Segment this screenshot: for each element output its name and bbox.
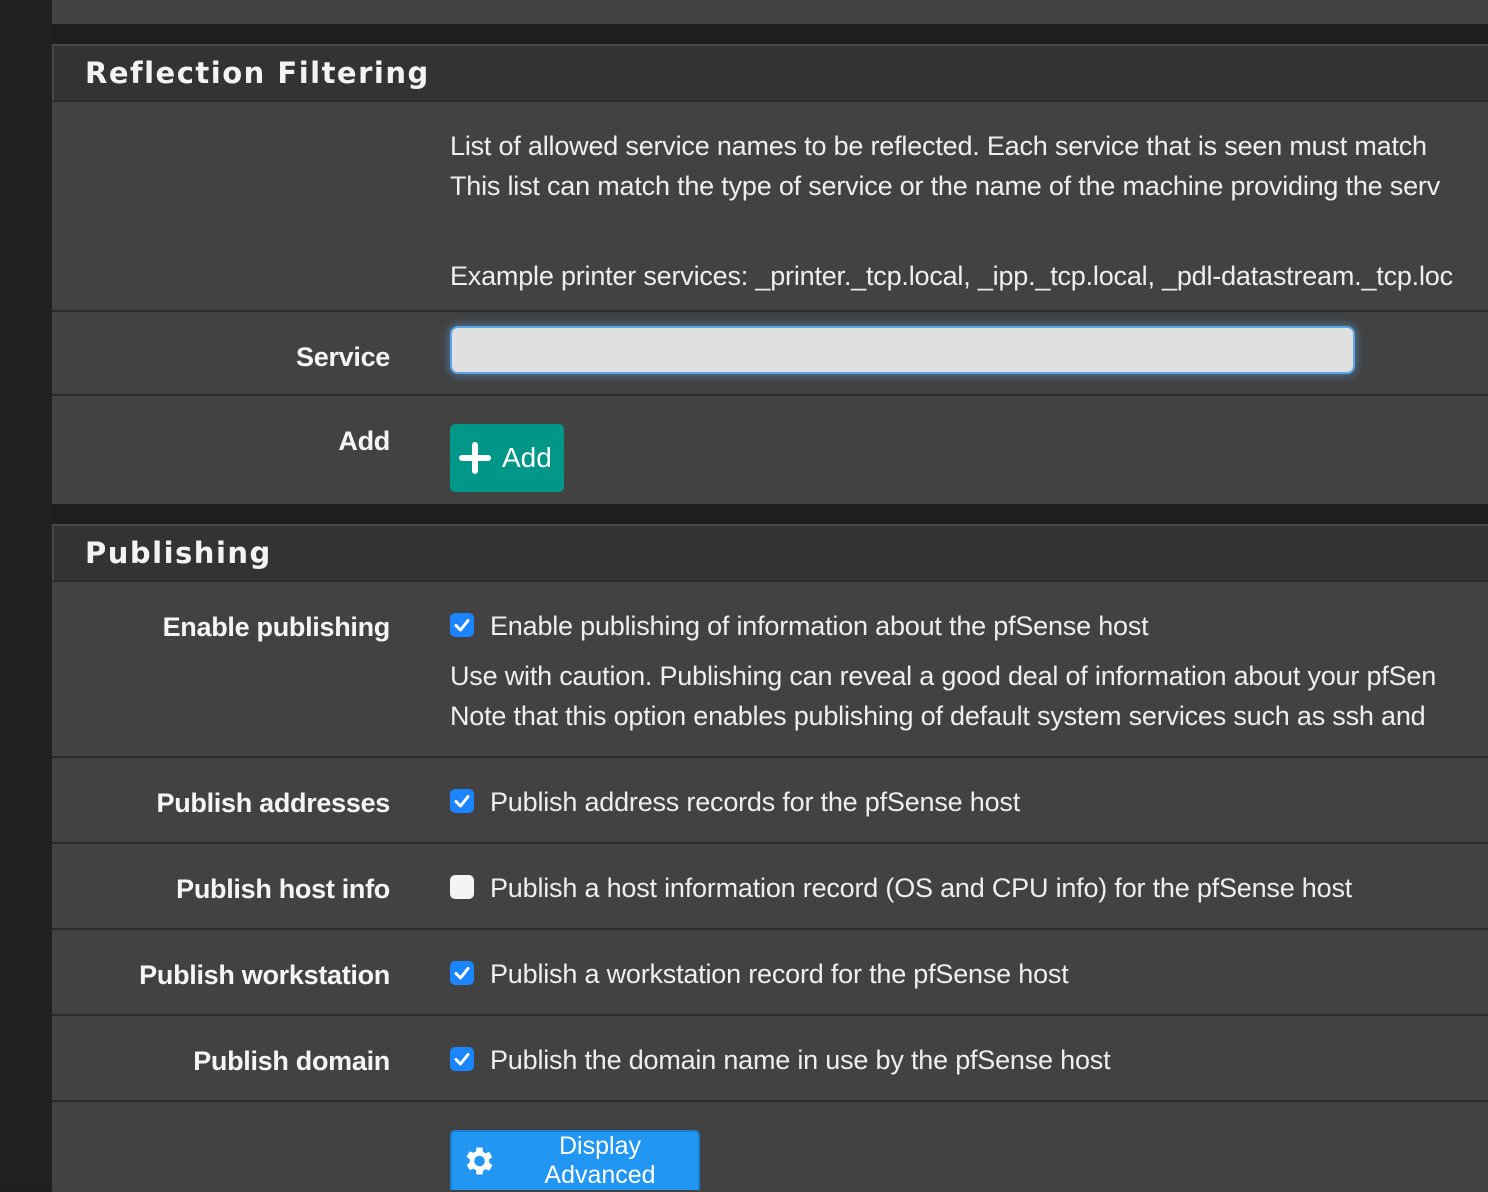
help-line: This list can match the type of service … [450,171,1440,201]
publish-domain-option[interactable]: Publish the domain name in use by the pf… [450,1040,1488,1080]
publish-workstation-row: Publish workstation Publish a workstatio… [52,930,1488,1016]
publish-workstation-text: Publish a workstation record for the pfS… [490,959,1069,989]
service-label: Service [296,342,390,372]
help-line [450,206,1488,256]
publish-host-info-option[interactable]: Publish a host information record (OS an… [450,868,1488,908]
add-button-label: Add [502,442,552,473]
publish-domain-text: Publish the domain name in use by the pf… [490,1045,1111,1075]
help-line: Note that this option enables publishing… [450,701,1426,731]
previous-panel-tail [52,0,1488,24]
help-line: Use with caution. Publishing can reveal … [450,661,1437,691]
enable-publishing-label: Enable publishing [162,612,391,642]
help-line: List of allowed service names to be refl… [450,131,1427,161]
enable-publishing-checkbox[interactable] [450,612,474,637]
display-advanced-button[interactable]: Display Advanced [450,1130,700,1190]
gear-icon [460,1143,496,1179]
publish-domain-body: Publish the domain name in use by the pf… [450,1040,1488,1080]
publish-workstation-option[interactable]: Publish a workstation record for the pfS… [450,954,1488,994]
service-row: Service [52,312,1488,396]
publish-addresses-option[interactable]: Publish address records for the pfSense … [450,782,1488,822]
publish-addresses-checkbox[interactable] [450,788,474,813]
publish-domain-row: Publish domain Publish the domain name i… [52,1016,1488,1102]
publish-workstation-body: Publish a workstation record for the pfS… [450,954,1488,994]
publish-workstation-checkbox[interactable] [450,960,474,985]
help-line: Example printer services: _printer._tcp.… [450,261,1453,291]
reflection-help-row: List of allowed service names to be refl… [52,102,1488,312]
publish-domain-checkbox[interactable] [450,1046,474,1071]
panel-title: Reflection Filtering [52,46,1488,102]
publish-addresses-body: Publish address records for the pfSense … [450,782,1488,822]
advanced-row: Display Advanced [52,1102,1488,1192]
reflection-help-text: List of allowed service names to be refl… [450,126,1488,296]
publish-host-info-checkbox[interactable] [450,874,474,899]
enable-publishing-row: Enable publishing Enable publishing of i… [52,582,1488,758]
publish-host-info-row: Publish host info Publish a host informa… [52,844,1488,930]
publish-host-info-body: Publish a host information record (OS an… [450,868,1488,908]
publish-host-info-label: Publish host info [176,874,390,904]
publish-workstation-label: Publish workstation [139,960,390,990]
publish-domain-label: Publish domain [193,1046,390,1076]
add-button[interactable]: Add [450,424,564,492]
display-advanced-label: Display Advanced [544,1132,656,1189]
service-input[interactable] [450,326,1355,374]
publish-addresses-text: Publish address records for the pfSense … [490,787,1021,817]
left-rail [0,0,52,1184]
publish-host-info-text: Publish a host information record (OS an… [490,873,1353,903]
publish-addresses-row: Publish addresses Publish address record… [52,758,1488,844]
publish-addresses-label: Publish addresses [156,788,391,818]
enable-publishing-option[interactable]: Enable publishing of information about t… [450,606,1488,646]
plus-icon [458,441,492,475]
publishing-panel: Publishing Enable publishing Enable publ… [52,524,1488,1192]
reflection-filtering-panel: Reflection Filtering List of allowed ser… [52,44,1488,504]
panel-title: Publishing [52,526,1488,582]
enable-publishing-text: Enable publishing of information about t… [490,611,1149,641]
enable-publishing-body: Enable publishing of information about t… [450,606,1488,736]
add-row: Add Add [52,396,1488,502]
add-label: Add [338,426,390,456]
